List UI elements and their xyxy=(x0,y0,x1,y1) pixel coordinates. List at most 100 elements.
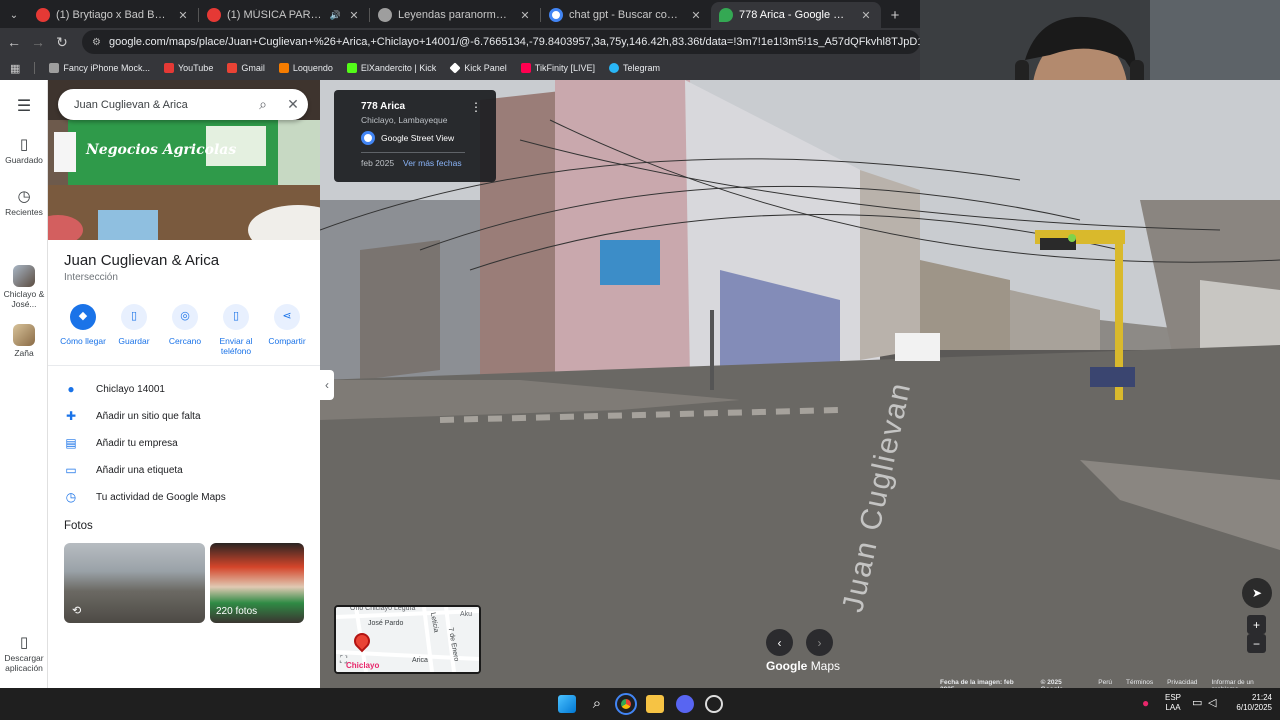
close-icon[interactable]: ✕ xyxy=(518,9,532,22)
photo-streetview[interactable]: ⟲ xyxy=(64,543,205,623)
info-address[interactable]: ● Chiclayo 14001 xyxy=(64,382,165,396)
windows-start-icon[interactable] xyxy=(558,695,576,713)
divider xyxy=(361,152,465,153)
tab-search-button[interactable]: ⌄ xyxy=(0,2,28,28)
back-icon[interactable]: ← xyxy=(2,34,26,50)
gmail-icon xyxy=(227,63,238,73)
send-to-phone-button[interactable]: ▯ Enviar al teléfono xyxy=(211,304,261,356)
nearby-icon: ◎ xyxy=(172,304,198,330)
close-icon[interactable]: ✕ xyxy=(859,9,873,22)
save-button[interactable]: ▯ Guardar xyxy=(109,304,159,356)
clock[interactable]: 21:24 6/10/2025 xyxy=(1228,693,1272,713)
google-g-icon xyxy=(361,131,375,145)
site-info-icon[interactable]: ⚙ xyxy=(92,37,101,48)
prev-arrow-button[interactable]: ‹ xyxy=(766,629,793,656)
new-tab-button[interactable]: + xyxy=(881,2,909,28)
next-arrow-button[interactable]: › xyxy=(806,629,833,656)
directions-button[interactable]: ◆ Cómo llegar xyxy=(58,304,108,356)
google-icon xyxy=(549,8,563,22)
minimap-label: Aku xyxy=(460,611,473,618)
folder-icon[interactable] xyxy=(646,695,664,713)
zoom-in-button[interactable]: + xyxy=(1247,615,1266,634)
forward-icon[interactable]: → xyxy=(26,34,50,50)
compass-icon[interactable]: ➤ xyxy=(1242,578,1272,608)
rail-download-app[interactable]: ▯ Descargar aplicación xyxy=(0,634,48,674)
close-icon[interactable]: ✕ xyxy=(689,9,703,22)
volume-icon[interactable]: ◁ xyxy=(1208,696,1216,709)
info-activity[interactable]: ◷ Tu actividad de Google Maps xyxy=(64,490,226,504)
tab-musica[interactable]: (1) MÚSICA PARA LEER TERR 🔊 ✕ xyxy=(199,2,369,28)
app-icon[interactable] xyxy=(705,695,723,713)
directions-icon: ◆ xyxy=(70,304,96,330)
tikfinity-icon xyxy=(520,63,531,73)
bookmark-gmail[interactable]: Gmail xyxy=(227,63,265,73)
search-icon[interactable]: ⌕ xyxy=(588,695,606,713)
close-icon[interactable]: ✕ xyxy=(347,9,361,22)
speaker-icon[interactable]: 🔊 xyxy=(330,10,341,21)
see-more-dates-link[interactable]: Ver más fechas xyxy=(403,158,462,168)
pin-icon: ● xyxy=(67,382,75,396)
capture-date: feb 2025 xyxy=(361,158,395,168)
share-icon: ⋖ xyxy=(274,304,300,330)
photo-gallery[interactable]: 220 fotos xyxy=(210,543,304,623)
close-icon[interactable]: ✕ xyxy=(278,96,308,113)
rail-recent[interactable]: ◷ Recientes xyxy=(0,188,48,218)
minimap-label: Oño Chiclayo Leguía xyxy=(350,605,416,612)
search-icon[interactable]: ⌕ xyxy=(248,96,278,113)
sv-card-title: 778 Arica xyxy=(361,101,406,112)
bookmark-icon: ▯ xyxy=(19,136,29,153)
streetview-360-icon: ⟲ xyxy=(72,605,82,617)
hamburger-icon: ☰ xyxy=(16,98,32,115)
address-bar[interactable]: ⚙ google.com/maps/place/Juan+Cuglievan+%… xyxy=(82,30,920,54)
discord-icon[interactable] xyxy=(676,695,694,713)
youtube-icon xyxy=(207,8,221,22)
menu-button[interactable]: ☰ xyxy=(0,98,48,119)
mic-icon[interactable]: ● xyxy=(1142,696,1149,710)
sv-card-subtitle: Chiclayo, Lambayeque xyxy=(361,115,448,125)
divider xyxy=(48,365,320,366)
search-box[interactable]: Juan Cuglievan & Arica ⌕ ✕ xyxy=(58,89,308,120)
nearby-button[interactable]: ◎ Cercano xyxy=(160,304,210,356)
info-add-label[interactable]: ▭ Añadir una etiqueta xyxy=(64,463,182,477)
youtube-icon xyxy=(36,8,50,22)
diamond-icon xyxy=(449,62,461,74)
streetview-minimap[interactable]: Oño Chiclayo Leguía José Pardo Leticia 7… xyxy=(334,605,481,674)
bookmark-telegram[interactable]: Telegram xyxy=(608,63,660,73)
rail-recent-zana[interactable]: Zaña xyxy=(0,324,48,359)
place-title: Juan Cuglievan & Arica xyxy=(64,252,220,269)
tab-strip: ⌄ (1) Brytiago x Bad Bunny - NETF ✕ (1) … xyxy=(0,0,920,28)
kick-icon xyxy=(346,63,357,73)
bookmark-kick-panel[interactable]: Kick Panel xyxy=(449,62,507,74)
tab-leyendas[interactable]: Leyendas paranormales Chiclay ✕ xyxy=(370,2,540,28)
close-icon[interactable]: ✕ xyxy=(176,9,190,22)
bookmark-youtube[interactable]: YouTube xyxy=(163,63,213,73)
tab-google-maps[interactable]: 778 Arica - Google Maps ✕ xyxy=(711,2,881,28)
rail-saved[interactable]: ▯ Guardado xyxy=(0,136,48,166)
bookmark-fancy-iphone[interactable]: Fancy iPhone Mock... xyxy=(49,63,150,73)
more-options-icon[interactable]: ⋮ xyxy=(470,100,482,114)
share-button[interactable]: ⋖ Compartir xyxy=(262,304,312,356)
reload-icon[interactable]: ↻ xyxy=(50,34,74,51)
zoom-out-button[interactable]: − xyxy=(1247,634,1266,653)
minimap-label: José Pardo xyxy=(368,620,404,627)
history-icon: ◷ xyxy=(17,188,31,205)
info-add-business[interactable]: ▤ Añadir tu empresa xyxy=(64,436,177,450)
bookmark-loquendo[interactable]: Loquendo xyxy=(278,63,333,73)
label-icon: ▭ xyxy=(65,463,77,477)
search-input[interactable]: Juan Cuglievan & Arica xyxy=(74,99,248,111)
tab-chatgpt-search[interactable]: chat gpt - Buscar con Google ✕ xyxy=(541,2,711,28)
bookmark-tikfinity[interactable]: TikFinity [LIVE] xyxy=(520,63,595,73)
chrome-icon[interactable] xyxy=(615,693,637,715)
info-add-place[interactable]: ✚ Añadir un sitio que falta xyxy=(64,409,201,423)
network-icon[interactable]: ▭ xyxy=(1192,696,1202,709)
expand-icon[interactable]: ⛶ xyxy=(340,655,347,666)
place-panel: Negocios Agricolas Juan Cuglievan & Aric… xyxy=(48,80,320,688)
bookmark-kick[interactable]: ElXandercito | Kick xyxy=(346,63,436,73)
apps-icon[interactable]: ▦ xyxy=(10,62,20,75)
phone-download-icon: ▯ xyxy=(19,634,29,651)
rail-recent-chiclayo[interactable]: Chiclayo & José... xyxy=(0,265,48,310)
collapse-panel-button[interactable]: ‹ xyxy=(320,370,334,400)
tab-netflix[interactable]: (1) Brytiago x Bad Bunny - NETF ✕ xyxy=(28,2,198,28)
telegram-icon xyxy=(608,63,619,73)
language-indicator[interactable]: ESP LAA xyxy=(1165,693,1181,713)
